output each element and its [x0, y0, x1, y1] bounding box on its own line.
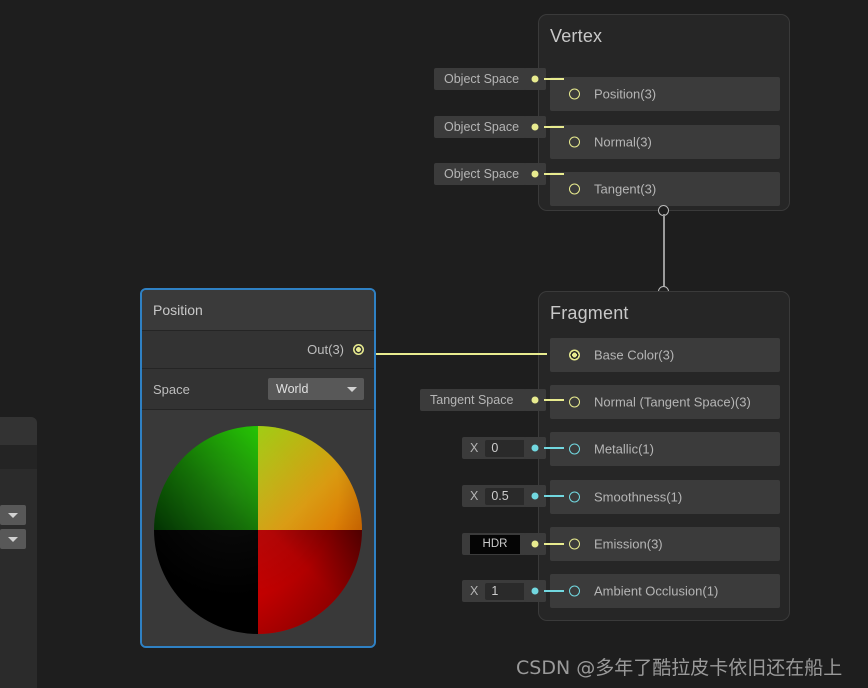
fragment-ambient-occlusion-nub-dot: [531, 587, 539, 595]
vertex-slot-position[interactable]: Position(3): [550, 77, 780, 111]
left-panel-dropdown-two[interactable]: [0, 529, 26, 549]
fragment-ambient-occlusion-label: Ambient Occlusion(1): [594, 583, 719, 599]
vertex-tangent-nub: [524, 163, 546, 185]
fragment-normal-label: Normal (Tangent Space)(3): [594, 394, 751, 410]
vertex-tangent-space-label: Object Space: [444, 167, 520, 181]
left-panel-divider: [0, 445, 37, 469]
vertex-position-port[interactable]: [569, 88, 580, 100]
vertex-master-node[interactable]: Vertex Position(3) Normal(3) Tangent(3): [538, 14, 790, 211]
fragment-metallic-stub: [544, 447, 564, 449]
vertex-tangent-port[interactable]: [569, 183, 580, 195]
vertex-normal-space-label: Object Space: [444, 120, 520, 134]
vertex-normal-nub: [524, 116, 546, 138]
fragment-slot-smoothness[interactable]: Smoothness(1): [550, 480, 780, 514]
fragment-ambient-occlusion-axis-label: X: [470, 584, 479, 598]
fragment-normal-space-label: Tangent Space: [430, 393, 514, 407]
fragment-normal-stub: [544, 399, 564, 401]
vertex-slot-normal[interactable]: Normal(3): [550, 125, 780, 159]
fragment-emission-hdr-swatch[interactable]: HDR: [470, 534, 520, 554]
position-space-row: Space World: [142, 369, 374, 409]
fragment-metallic-nub-dot: [531, 444, 539, 452]
position-preview-sphere: [154, 426, 362, 634]
chevron-down-icon: [8, 512, 18, 518]
position-output-port[interactable]: [353, 344, 364, 355]
vertex-normal-port[interactable]: [569, 136, 580, 148]
position-preview-panel[interactable]: [142, 410, 374, 646]
position-output-label: Out(3): [307, 342, 344, 357]
fragment-base-color-port[interactable]: [569, 349, 580, 361]
fragment-smoothness-port[interactable]: [569, 491, 580, 503]
left-panel-dropdown-one[interactable]: [0, 505, 26, 525]
vertex-tangent-nub-dot: [531, 170, 539, 178]
fragment-normal-nub: [524, 389, 546, 411]
chevron-down-icon: [347, 386, 357, 392]
vertex-position-stub: [544, 78, 564, 80]
fragment-slot-base-color[interactable]: Base Color(3): [550, 338, 780, 372]
fragment-smoothness-label: Smoothness(1): [594, 489, 683, 505]
position-out-to-base-color-wire: [365, 353, 547, 355]
vertex-position-label: Position(3): [594, 86, 657, 102]
fragment-metallic-port[interactable]: [569, 443, 580, 455]
vertex-tangent-stub: [544, 173, 564, 175]
position-node[interactable]: Position Out(3) Space World: [140, 288, 376, 648]
position-space-value: World: [276, 382, 309, 396]
fragment-base-color-label: Base Color(3): [594, 347, 675, 363]
fragment-ambient-occlusion-nub: [524, 580, 546, 602]
fragment-emission-port[interactable]: [569, 538, 580, 550]
vertex-position-nub-dot: [531, 75, 539, 83]
fragment-slot-metallic[interactable]: Metallic(1): [550, 432, 780, 466]
fragment-slot-ambient-occlusion[interactable]: Ambient Occlusion(1): [550, 574, 780, 608]
fragment-emission-nub-dot: [531, 540, 539, 548]
position-space-label: Space: [153, 381, 190, 397]
fragment-emission-nub: [524, 533, 546, 555]
position-output-row[interactable]: Out(3): [142, 331, 374, 368]
fragment-metallic-nub: [524, 437, 546, 459]
vertex-to-fragment-wire: [663, 214, 665, 288]
chevron-down-icon: [8, 536, 18, 542]
fragment-smoothness-nub-dot: [531, 492, 539, 500]
left-panel-header: [0, 417, 37, 445]
vertex-normal-nub-dot: [531, 123, 539, 131]
fragment-ambient-occlusion-port[interactable]: [569, 585, 580, 597]
fragment-node-title: Fragment: [550, 303, 629, 323]
fragment-slot-emission[interactable]: Emission(3): [550, 527, 780, 561]
vertex-normal-label: Normal(3): [594, 134, 652, 150]
fragment-normal-port[interactable]: [569, 396, 580, 408]
fragment-normal-nub-dot: [531, 396, 539, 404]
vertex-normal-stub: [544, 126, 564, 128]
vertex-tangent-label: Tangent(3): [594, 181, 657, 197]
vertex-position-nub: [524, 68, 546, 90]
fragment-smoothness-stub: [544, 495, 564, 497]
fragment-metallic-axis-label: X: [470, 441, 479, 455]
fragment-metallic-label: Metallic(1): [594, 441, 654, 457]
vertex-slot-tangent[interactable]: Tangent(3): [550, 172, 780, 206]
fragment-smoothness-axis-label: X: [470, 489, 479, 503]
vertex-node-title: Vertex: [550, 26, 603, 46]
fragment-slot-normal-tangent-space[interactable]: Normal (Tangent Space)(3): [550, 385, 780, 419]
preview-sphere-shading: [154, 426, 362, 634]
position-node-title: Position: [142, 290, 374, 330]
fragment-emission-stub: [544, 543, 564, 545]
left-side-panel: [0, 417, 37, 688]
fragment-ambient-occlusion-stub: [544, 590, 564, 592]
fragment-smoothness-nub: [524, 485, 546, 507]
fragment-master-node[interactable]: Fragment Base Color(3) Normal (Tangent S…: [538, 291, 790, 621]
position-space-dropdown[interactable]: World: [268, 378, 364, 400]
csdn-watermark: CSDN @多年了酷拉皮卡依旧还在船上: [516, 657, 843, 679]
vertex-position-space-label: Object Space: [444, 72, 520, 86]
fragment-emission-label: Emission(3): [594, 536, 663, 552]
